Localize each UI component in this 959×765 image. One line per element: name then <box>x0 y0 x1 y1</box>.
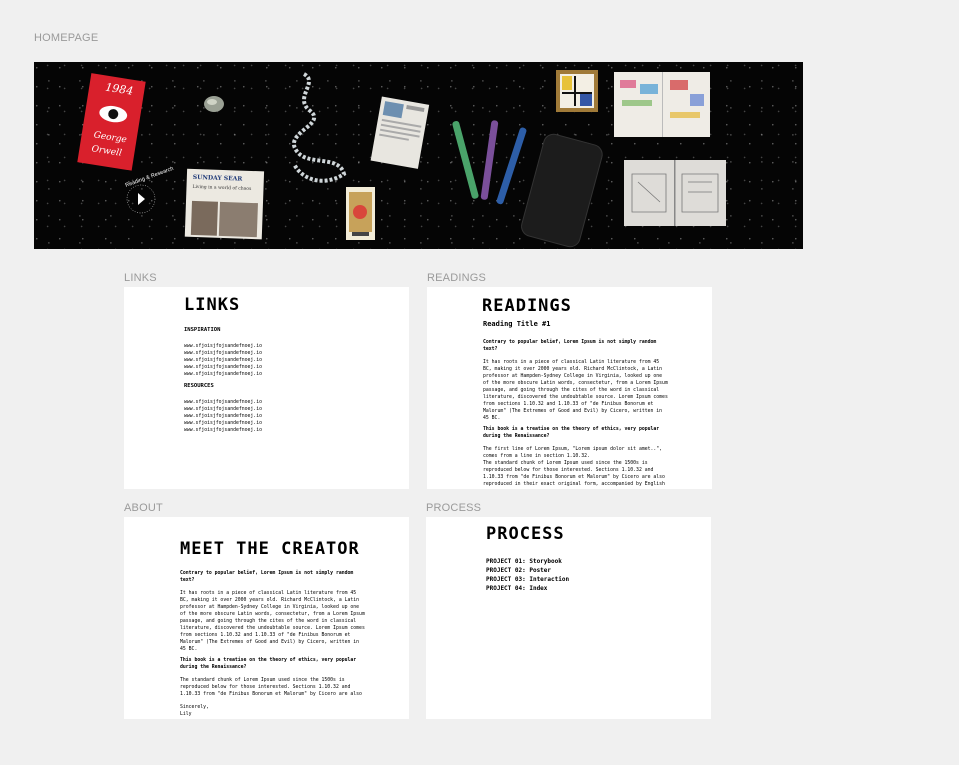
homepage-frame-label[interactable]: HOMEPAGE <box>34 32 98 44</box>
process-project-item[interactable]: PROJECT 01: Storybook <box>486 557 569 566</box>
about-signoff: Sincerely, Lily <box>180 705 209 717</box>
readings-question-2: This book is a treatise on the theory of… <box>483 427 660 439</box>
magazine-object <box>370 96 430 169</box>
resources-link[interactable]: www.sfjoisjfojsandefnoej.io <box>184 406 262 413</box>
inspiration-heading: INSPIRATION <box>184 327 221 333</box>
mondrian-card-object <box>556 70 598 112</box>
inspiration-link[interactable]: www.sfjoisjfojsandefnoej.io <box>184 371 262 378</box>
inspiration-link[interactable]: www.sfjoisjfojsandefnoej.io <box>184 357 262 364</box>
resources-link[interactable]: www.sfjoisjfojsandefnoej.io <box>184 420 262 427</box>
inspiration-link[interactable]: www.sfjoisjfojsandefnoej.io <box>184 364 262 371</box>
readings-paragraph-2: The first line of Lorem Ipsum, "Lorem ip… <box>483 447 665 487</box>
resources-link-list: www.sfjoisjfojsandefnoej.io www.sfjoisjf… <box>184 399 262 434</box>
process-frame-label[interactable]: PROCESS <box>426 502 481 514</box>
reading-badge-text: Reading & Research <box>125 166 175 189</box>
markers-object <box>452 120 527 205</box>
about-paragraph-1: It has roots in a piece of classical Lat… <box>180 591 365 652</box>
process-frame[interactable]: PROCESS PROJECT 01: Storybook PROJECT 02… <box>426 517 711 719</box>
inspiration-link[interactable]: www.sfjoisjfojsandefnoej.io <box>184 343 262 350</box>
readings-paragraph-1: It has roots in a piece of classical Lat… <box>483 360 668 421</box>
homepage-hero-frame[interactable]: 1984 George Orwell SUNDAY SEAR Living in… <box>34 62 803 249</box>
newspaper-object: SUNDAY SEAR Living in a world of chaos <box>184 168 265 240</box>
readings-title: READINGS <box>482 296 572 316</box>
links-frame-label[interactable]: LINKS <box>124 272 157 284</box>
about-frame[interactable]: MEET THE CREATOR Contrary to popular bel… <box>124 517 409 719</box>
resources-heading: RESOURCES <box>184 383 214 389</box>
process-project-item[interactable]: PROJECT 04: Index <box>486 584 569 593</box>
links-title: LINKS <box>184 295 241 315</box>
book-1984[interactable]: 1984 George Orwell <box>77 73 146 171</box>
readings-question-1: Contrary to popular belief, Lorem Ipsum … <box>483 340 657 352</box>
reading-title: Reading Title #1 <box>483 320 551 328</box>
inspiration-link-list: www.sfjoisjfojsandefnoej.io www.sfjoisjf… <box>184 343 262 378</box>
phone-object <box>521 133 603 248</box>
process-project-list: PROJECT 01: Storybook PROJECT 02: Poster… <box>486 557 569 593</box>
colorful-booklet-object <box>614 72 710 137</box>
hero-collage: 1984 George Orwell SUNDAY SEAR Living in… <box>77 70 726 248</box>
about-question-2: This book is a treatise on the theory of… <box>180 658 357 670</box>
about-question-1: Contrary to popular belief, Lorem Ipsum … <box>180 571 354 583</box>
resources-link[interactable]: www.sfjoisjfojsandefnoej.io <box>184 427 262 434</box>
about-paragraph-2: The standard chunk of Lorem Ipsum used s… <box>180 678 362 697</box>
tarot-card-object <box>346 187 375 240</box>
process-project-item[interactable]: PROJECT 03: Interaction <box>486 575 569 584</box>
readings-frame[interactable]: READINGS Reading Title #1 Contrary to po… <box>427 287 712 489</box>
process-title: PROCESS <box>486 524 565 544</box>
about-title: MEET THE CREATOR <box>180 539 360 559</box>
readings-frame-label[interactable]: READINGS <box>427 272 486 284</box>
glass-chain-object <box>292 72 347 183</box>
sketchbook-object <box>624 160 726 226</box>
about-frame-label[interactable]: ABOUT <box>124 502 163 514</box>
inspiration-link[interactable]: www.sfjoisjfojsandefnoej.io <box>184 350 262 357</box>
reading-badge[interactable]: Reading & Research <box>125 166 175 214</box>
process-project-item[interactable]: PROJECT 02: Poster <box>486 566 569 575</box>
resources-link[interactable]: www.sfjoisjfojsandefnoej.io <box>184 413 262 420</box>
links-frame[interactable]: LINKS INSPIRATION www.sfjoisjfojsandefno… <box>124 287 409 489</box>
resources-link[interactable]: www.sfjoisjfojsandefnoej.io <box>184 399 262 406</box>
